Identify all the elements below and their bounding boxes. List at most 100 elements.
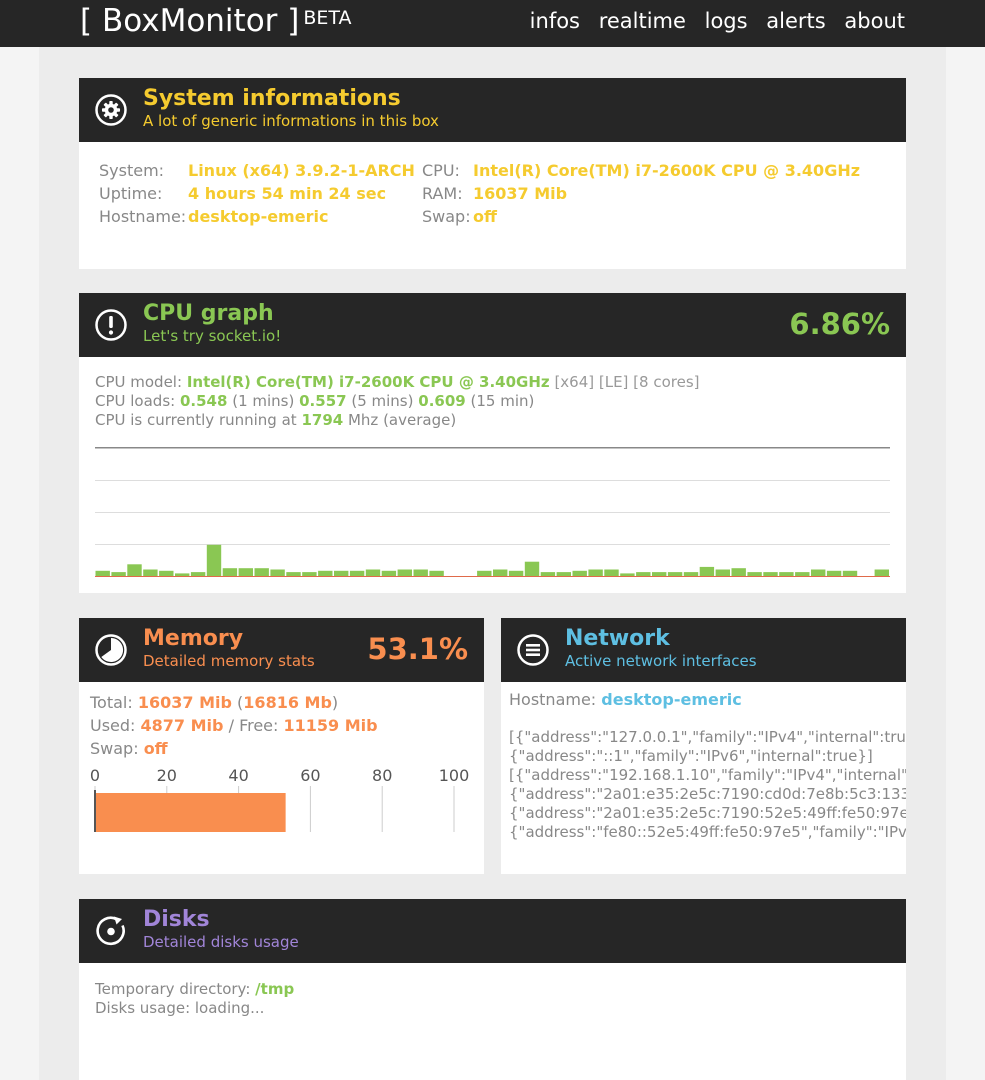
cpu-load-bar (143, 569, 158, 576)
cpu-load-bar (874, 569, 889, 576)
mem-total-alt-value: 16816 Mb (243, 693, 332, 712)
net-hostname-label: Hostname: (509, 690, 597, 709)
nav-alerts[interactable]: alerts (766, 9, 825, 33)
cpu-load-bar (747, 572, 762, 576)
mem-used-value: 4877 Mib (140, 716, 224, 735)
disks-panel-header: Disks Detailed disks usage (79, 899, 906, 963)
axis-tick-label: 80 (372, 766, 392, 785)
memory-details: Total: 16037 Mib (16816 Mb) Used: 4877 M… (90, 691, 378, 760)
memory-title: Memory (143, 626, 244, 651)
cpu-load-bar (652, 572, 667, 576)
disks-title: Disks (143, 907, 210, 932)
memory-percent: 53.1% (367, 632, 468, 666)
system-panel-header: System informations A lot of generic inf… (79, 78, 906, 142)
mem-swap-value: off (143, 739, 168, 758)
cpu-load-bar (159, 570, 174, 576)
beta-badge: BETA (303, 7, 352, 29)
cpu-percent: 6.86% (789, 307, 890, 341)
cpu-load-bar (556, 572, 571, 576)
cpu-load-bar (397, 569, 412, 576)
cpu-loads-label: CPU loads: (95, 392, 176, 410)
net-hostname-value: desktop-emeric (601, 690, 742, 709)
axis-tick-label: 100 (439, 766, 470, 785)
hostname-value: desktop-emeric (188, 207, 329, 226)
cpu-load-bar (731, 568, 746, 576)
interface-line: {"address":"2a01:e35:2e5c:7190:cd0d:7e8b… (509, 785, 906, 803)
cpu-load-bar (206, 544, 222, 576)
cpu-load-bar (302, 572, 317, 576)
list-icon (517, 634, 549, 666)
ram-value: 16037 Mib (473, 184, 568, 203)
cpu-panel-header: CPU graph Let's try socket.io! 6.86% (79, 293, 906, 357)
ram-label: RAM: (422, 184, 463, 203)
cpu-load-bar (763, 572, 778, 576)
system-panel: System informations A lot of generic inf… (79, 78, 906, 269)
cpu-load-bar (381, 570, 397, 576)
network-subtitle: Active network interfaces (565, 652, 757, 670)
cpu-load-graph (95, 447, 890, 577)
cpu-details: CPU model: Intel(R) Core(TM) i7-2600K CP… (95, 373, 700, 430)
cpu-load-bar (493, 569, 508, 576)
load15-unit: (15 min) (470, 392, 535, 410)
cpu-value: Intel(R) Core(TM) i7-2600K CPU @ 3.40GHz (473, 161, 861, 180)
cpu-running-label: CPU is currently running at (95, 411, 297, 429)
network-title: Network (565, 626, 670, 651)
system-subtitle: A lot of generic informations in this bo… (143, 112, 439, 130)
cpu-load-bar (190, 572, 206, 576)
interface-line: [{"address":"127.0.0.1","family":"IPv4",… (509, 728, 906, 746)
memory-panel: Memory Detailed memory stats 53.1% Total… (79, 618, 484, 874)
cpu-panel: CPU graph Let's try socket.io! 6.86% CPU… (79, 293, 906, 593)
uptime-label: Uptime: (99, 184, 163, 203)
axis-tick-label: 40 (228, 766, 248, 785)
brand-title[interactable]: [ BoxMonitor ] (80, 3, 299, 39)
system-value: Linux (x64) 3.9.2-1-ARCH (188, 161, 415, 180)
nav-about[interactable]: about (844, 9, 905, 33)
tmp-dir-value: /tmp (255, 980, 295, 998)
cpu-load-bar (111, 572, 126, 576)
disks-panel: Disks Detailed disks usage Temporary dir… (79, 899, 906, 1080)
cpu-load-bar (636, 572, 651, 576)
cpu-load-bar (334, 570, 349, 576)
alert-icon (95, 309, 127, 341)
cpu-load-bar (842, 570, 858, 576)
system-left-info: System: Linux (x64) 3.9.2-1-ARCH Uptime: 4… (99, 159, 415, 228)
system-right-info: CPU: Intel(R) Core(TM) i7-2600K CPU @ 3.4… (422, 159, 860, 228)
cpu-load-bar (779, 572, 794, 576)
cpu-load-bar (175, 573, 190, 576)
hostname-label: Hostname: (99, 207, 187, 226)
cpu-load-bar (715, 569, 730, 576)
cpu-mhz-suffix: Mhz (average) (347, 411, 457, 429)
cpu-load-bar (604, 569, 619, 576)
nav-realtime[interactable]: realtime (599, 9, 686, 33)
interface-line: [{"address":"192.168.1.10","family":"IPv… (509, 766, 906, 784)
cpu-load-bar (683, 572, 699, 576)
mem-total-value: 16037 Mib (137, 693, 232, 712)
brand-logo[interactable]: [ BoxMonitor ] BETA (80, 3, 352, 39)
mem-total-paren-close: ) (331, 693, 339, 712)
cpu-load-bar (620, 573, 635, 576)
network-hostname: Hostname: desktop-emeric (509, 688, 742, 711)
swap-value: off (473, 207, 497, 226)
memory-panel-header: Memory Detailed memory stats 53.1% (79, 618, 484, 682)
cpu-mhz-value: 1794 (301, 411, 344, 429)
cpu-load-bar (270, 569, 285, 576)
memory-usage-bar (95, 793, 286, 832)
network-panel-header: Network Active network interfaces (501, 618, 906, 682)
mem-free-label: / Free: (228, 716, 279, 735)
cpu-load-bar (95, 570, 110, 576)
disk-icon (96, 916, 125, 946)
pie-icon (95, 634, 127, 666)
system-title: System informations (143, 86, 401, 111)
cpu-load-bar (413, 569, 428, 576)
cpu-load-bar (222, 568, 238, 576)
nav-infos[interactable]: infos (530, 9, 580, 33)
cpu-load-bar (540, 572, 556, 576)
network-interfaces-list: [{"address":"127.0.0.1","family":"IPv4",… (509, 728, 906, 842)
mem-used-label: Used: (90, 716, 136, 735)
system-label: System: (99, 161, 165, 180)
main-nav: infos realtime logs alerts about (518, 9, 905, 33)
nav-logs[interactable]: logs (705, 9, 748, 33)
load1-value: 0.548 (179, 392, 228, 410)
memory-subtitle: Detailed memory stats (143, 652, 315, 670)
disks-usage-status: Disks usage: loading... (95, 999, 265, 1017)
